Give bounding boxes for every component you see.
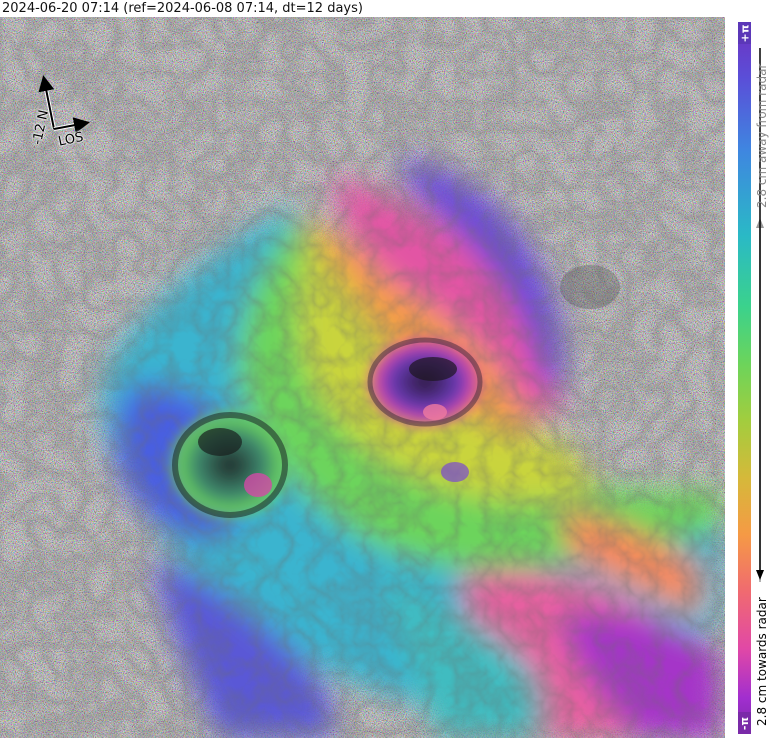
crater-west [168, 409, 292, 521]
compass: -12 N LOS [22, 67, 102, 162]
towards-radar-label: 2.8 cm towards radar [755, 597, 769, 726]
interferogram-map: -12 N LOS [0, 17, 725, 738]
away-from-radar-label: 2.8 cm away from radar [755, 63, 769, 208]
interferogram-image [0, 17, 725, 738]
image-title: 2024-06-20 07:14 (ref=2024-06-08 07:14, … [2, 1, 363, 16]
phase-colorbar: +π -π 2.8 cm away from radar 2.8 cm towa… [738, 22, 769, 734]
